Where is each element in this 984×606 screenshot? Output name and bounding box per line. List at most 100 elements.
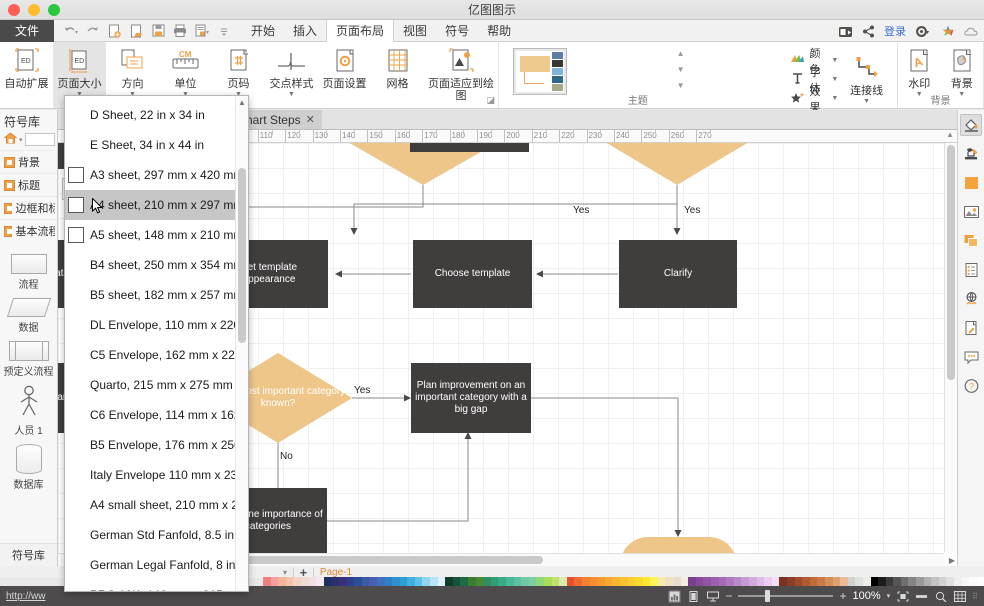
palette-swatch[interactable]	[400, 577, 408, 586]
palette-swatch[interactable]	[521, 577, 529, 586]
theme-scroll-down-icon[interactable]: ▼	[677, 65, 685, 74]
share-icon[interactable]	[862, 25, 875, 38]
paper-size-option[interactable]: A4 sheet, 210 mm x 297 mm	[65, 190, 235, 220]
save-icon[interactable]	[148, 22, 168, 40]
palette-swatch[interactable]	[476, 577, 484, 586]
palette-swatch[interactable]	[309, 577, 317, 586]
palette-swatch[interactable]	[665, 577, 673, 586]
palette-swatch[interactable]	[696, 577, 704, 586]
palette-swatch[interactable]	[741, 577, 749, 586]
palette-swatch[interactable]	[726, 577, 734, 586]
scrollbar-thumb[interactable]	[947, 145, 955, 380]
open-document-icon[interactable]	[126, 22, 146, 40]
tab-page-layout[interactable]: 页面布局	[326, 20, 394, 42]
theme-scroll-up-icon[interactable]: ▲	[677, 49, 685, 58]
palette-swatch[interactable]	[567, 577, 575, 586]
zoom-in-button[interactable]: +	[839, 589, 846, 603]
chevron-down-icon[interactable]: ▼	[288, 91, 295, 98]
resize-grip-icon[interactable]: ⠿	[972, 592, 978, 601]
palette-swatch[interactable]	[825, 577, 833, 586]
more-options-icon[interactable]	[214, 22, 234, 40]
grid-button[interactable]: 网格	[371, 42, 424, 108]
palette-swatch[interactable]	[590, 577, 598, 586]
palette-swatch[interactable]	[924, 577, 932, 586]
canvas-vertical-scrollbar[interactable]	[944, 143, 957, 552]
library-shape-data[interactable]: 数据	[0, 298, 57, 334]
fill-color-icon[interactable]	[960, 172, 982, 194]
palette-swatch[interactable]	[635, 577, 643, 586]
library-shape-person[interactable]: 人员 1	[0, 385, 57, 437]
dropdown-scrollbar[interactable]: ▲	[235, 96, 248, 591]
paper-size-checkbox[interactable]	[68, 227, 84, 243]
palette-swatch[interactable]	[392, 577, 400, 586]
palette-swatch[interactable]	[848, 577, 856, 586]
palette-swatch[interactable]	[430, 577, 438, 586]
grid-toggle-icon[interactable]	[953, 590, 966, 603]
redo-icon[interactable]	[82, 22, 102, 40]
paper-size-option[interactable]: Italy Envelope 110 mm x 230 mm	[65, 460, 235, 490]
file-menu-button[interactable]: 文件	[0, 20, 54, 42]
palette-swatch[interactable]	[802, 577, 810, 586]
paper-size-option[interactable]: B5 Envelope, 176 mm x 250 mm	[65, 430, 235, 460]
palette-swatch[interactable]	[347, 577, 355, 586]
paper-size-option[interactable]: PRC 16K, 146 mm x 215 mm	[65, 580, 235, 592]
paper-size-option[interactable]: German Legal Fanfold, 8 in x 13 in	[65, 550, 235, 580]
paper-size-option[interactable]: German Std Fanfold, 8.5 in x 12 in	[65, 520, 235, 550]
palette-swatch[interactable]	[893, 577, 901, 586]
image-icon[interactable]	[960, 201, 982, 223]
library-category-basic-flowchart[interactable]: 基本流程图	[0, 219, 57, 242]
palette-swatch[interactable]	[650, 577, 658, 586]
paper-size-dropdown[interactable]: D Sheet, 22 in x 34 inE Sheet, 34 in x 4…	[64, 95, 249, 592]
palette-swatch[interactable]	[506, 577, 514, 586]
node-top-right-diamond[interactable]	[600, 143, 754, 185]
tab-insert[interactable]: 插入	[284, 20, 326, 42]
palette-swatch[interactable]	[385, 577, 393, 586]
comment-icon[interactable]	[960, 346, 982, 368]
palette-swatch[interactable]	[415, 577, 423, 586]
palette-swatch[interactable]	[772, 577, 780, 586]
palette-swatch[interactable]	[286, 577, 294, 586]
palette-swatch[interactable]	[855, 577, 863, 586]
palette-swatch[interactable]	[939, 577, 947, 586]
library-category-border-title[interactable]: 边框和标题	[0, 196, 57, 219]
page-tab-page-1[interactable]: Page-1	[320, 567, 352, 578]
palette-swatch[interactable]	[878, 577, 886, 586]
paper-size-option[interactable]: B4 sheet, 250 mm x 354 mm	[65, 250, 235, 280]
palette-swatch[interactable]	[810, 577, 818, 586]
palette-swatch[interactable]	[438, 577, 446, 586]
theme-preview-card[interactable]	[513, 48, 567, 95]
scroll-right-arrow-icon[interactable]: ▶	[949, 556, 955, 565]
palette-swatch[interactable]	[445, 577, 453, 586]
node-partial-top-right[interactable]	[410, 143, 529, 152]
palette-swatch[interactable]	[544, 577, 552, 586]
theme-scroll-controls[interactable]: ▲ ▼ ▼	[677, 49, 685, 90]
color-palette-strip[interactable]	[263, 577, 984, 586]
palette-swatch[interactable]	[787, 577, 795, 586]
library-category-title[interactable]: 标题	[0, 173, 57, 196]
zoom-select-icon[interactable]	[934, 590, 947, 603]
tab-symbols[interactable]: 符号	[436, 20, 478, 42]
palette-swatch[interactable]	[977, 577, 984, 586]
palette-swatch[interactable]	[498, 577, 506, 586]
zoom-out-button[interactable]: −	[725, 589, 732, 603]
palette-swatch[interactable]	[620, 577, 628, 586]
page-list-caret-icon[interactable]: ▾	[283, 568, 287, 577]
chevron-down-icon[interactable]: ▼	[863, 98, 870, 105]
palette-swatch[interactable]	[612, 577, 620, 586]
auto-expand-button[interactable]: ED 自动扩展	[0, 42, 53, 108]
palette-swatch[interactable]	[757, 577, 765, 586]
page-view-icon[interactable]	[687, 590, 700, 603]
palette-swatch[interactable]	[574, 577, 582, 586]
palette-swatch[interactable]	[491, 577, 499, 586]
palette-swatch[interactable]	[840, 577, 848, 586]
palette-swatch[interactable]	[703, 577, 711, 586]
crossing-style-button[interactable]: 交点样式 ▼	[265, 42, 318, 108]
palette-swatch[interactable]	[278, 577, 286, 586]
extensions-icon[interactable]	[941, 25, 955, 38]
palette-swatch[interactable]	[422, 577, 430, 586]
fill-bucket-icon[interactable]	[960, 114, 982, 136]
palette-swatch[interactable]	[628, 577, 636, 586]
palette-swatch[interactable]	[316, 577, 324, 586]
palette-swatch[interactable]	[377, 577, 385, 586]
palette-swatch[interactable]	[263, 577, 271, 586]
